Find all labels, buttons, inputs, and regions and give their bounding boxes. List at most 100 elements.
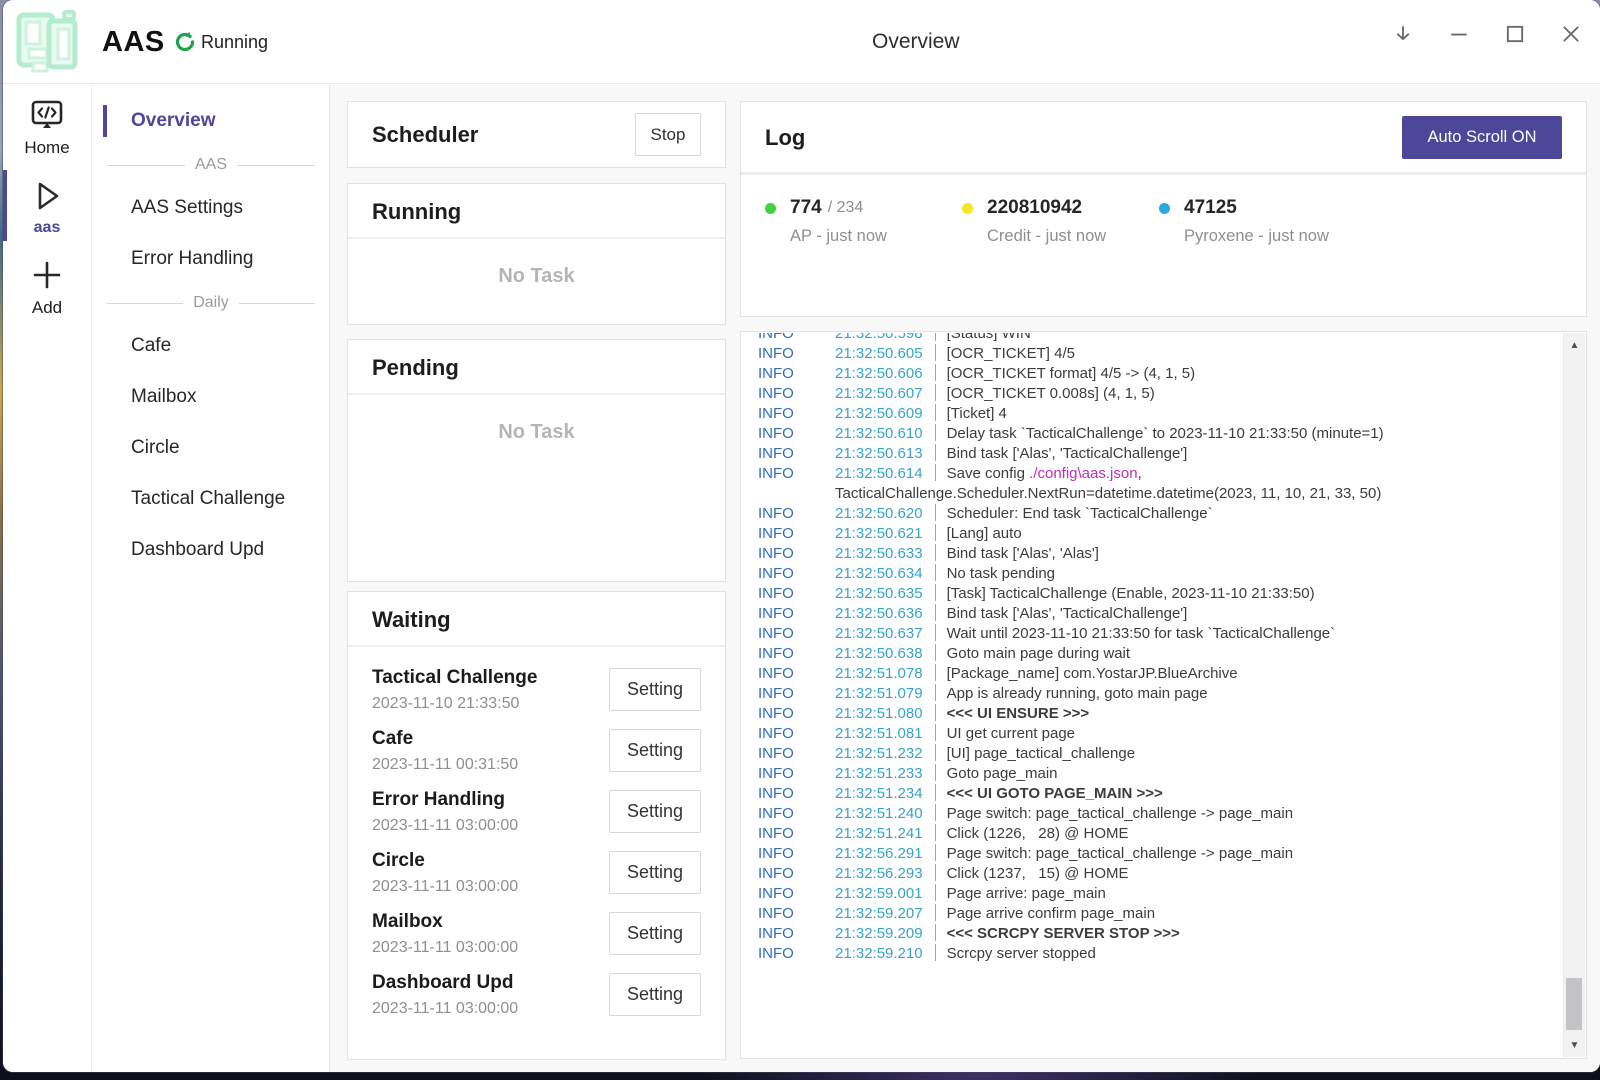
log-message: No task pending (947, 565, 1055, 582)
log-timestamp: 21:32:50.635 (835, 585, 923, 602)
task-setting-button[interactable]: Setting (609, 729, 701, 772)
log-timestamp: 21:32:50.605 (835, 345, 923, 362)
task-info: Dashboard Upd2023-11-11 03:00:00 (372, 972, 518, 1018)
app-logo-icon (9, 5, 83, 79)
nav-item-error-handling[interactable]: Error Handling (93, 239, 329, 279)
scheduler-status: Running (173, 0, 268, 84)
task-info: Tactical Challenge2023-11-10 21:33:50 (372, 667, 537, 713)
log-message: [OCR_TICKET format] 4/5 -> (4, 1, 5) (947, 365, 1196, 382)
task-setting-button[interactable]: Setting (609, 973, 701, 1016)
log-separator-icon (935, 944, 936, 961)
log-timestamp: 21:32:50.637 (835, 625, 923, 642)
nav-item-dashboard-upd[interactable]: Dashboard Upd (93, 530, 329, 570)
nav-item-overview[interactable]: Overview (93, 101, 329, 141)
task-setting-button[interactable]: Setting (609, 790, 701, 833)
log-timestamp: 21:32:50.613 (835, 445, 923, 462)
scroll-down-icon[interactable]: ▼ (1564, 1040, 1585, 1051)
log-scroll-area[interactable]: INFO21:32:50.598[Status] WININFO21:32:50… (741, 333, 1563, 1057)
icon-rail: Home aas Add (3, 85, 92, 1072)
nav-item-circle[interactable]: Circle (93, 428, 329, 468)
task-setting-button[interactable]: Setting (609, 851, 701, 894)
log-message: Bind task ['Alas', 'TacticalChallenge'] (947, 445, 1188, 462)
log-lines: INFO21:32:50.598[Status] WININFO21:32:50… (758, 333, 1563, 964)
task-info: Error Handling2023-11-11 03:00:00 (372, 789, 518, 835)
divider-line (239, 303, 315, 304)
running-empty-text: No Task (348, 265, 725, 288)
log-timestamp: 21:32:56.291 (835, 845, 923, 862)
scrollbar-thumb[interactable] (1566, 978, 1582, 1030)
log-level: INFO (758, 524, 835, 544)
log-timestamp: 21:32:50.633 (835, 545, 923, 562)
log-timestamp: 21:32:51.232 (835, 745, 923, 762)
rail-item-aas[interactable]: aas (3, 166, 91, 245)
log-timestamp: 21:32:51.240 (835, 805, 923, 822)
log-line: INFO21:32:50.613Bind task ['Alas', 'Tact… (758, 444, 1563, 464)
log-message: Delay task `TacticalChallenge` to 2023-1… (947, 425, 1384, 442)
log-timestamp: 21:32:59.207 (835, 905, 923, 922)
rail-item-add[interactable]: Add (3, 245, 91, 326)
rail-item-home[interactable]: Home (3, 85, 91, 166)
log-title: Log (765, 125, 805, 151)
log-message: [Task] TacticalChallenge (Enable, 2023-1… (947, 585, 1315, 602)
log-level: INFO (758, 464, 835, 504)
app-name: AAS (102, 0, 165, 84)
waiting-task-row: Circle2023-11-11 03:00:00Setting (372, 842, 701, 903)
nav-item-aas-settings[interactable]: AAS Settings (93, 188, 329, 228)
task-setting-button[interactable]: Setting (609, 912, 701, 955)
log-level: INFO (758, 924, 835, 944)
log-line: INFO21:32:51.240Page switch: page_tactic… (758, 804, 1563, 824)
log-message: [Package_name] com.YostarJP.BlueArchive (947, 665, 1238, 682)
log-message: Bind task ['Alas', 'Alas'] (947, 545, 1099, 562)
log-level: INFO (758, 844, 835, 864)
stat-value: 220810942 (987, 197, 1082, 219)
log-line: INFO21:32:50.621 [Lang] auto (758, 524, 1563, 544)
task-next-run: 2023-11-11 00:31:50 (372, 756, 518, 774)
nav-item-mailbox[interactable]: Mailbox (93, 377, 329, 417)
status-text: Running (201, 32, 268, 53)
waiting-task-list: Tactical Challenge2023-11-10 21:33:50 Set… (348, 647, 725, 1025)
stop-button[interactable]: Stop (635, 113, 701, 156)
log-line: INFO21:32:50.638Goto main page during wa… (758, 644, 1563, 664)
play-icon (27, 176, 67, 216)
log-line: INFO21:32:51.232[UI] page_tactical_chall… (758, 744, 1563, 764)
log-level: INFO (758, 564, 835, 584)
log-message: [Lang] auto (947, 525, 1022, 542)
app-window: AAS Running Overview (3, 0, 1600, 1072)
nav-item-tactical-challenge[interactable]: Tactical Challenge (93, 479, 329, 519)
log-level: INFO (758, 784, 835, 804)
pending-empty-text: No Task (348, 421, 725, 444)
log-separator-icon (935, 524, 936, 541)
running-title: Running (372, 199, 461, 224)
log-line: INFO21:32:56.291Page switch: page_tactic… (758, 844, 1563, 864)
autoscroll-button[interactable]: Auto Scroll ON (1402, 116, 1562, 159)
main-content: Scheduler Stop Running No Task Pending N… (330, 85, 1600, 1072)
maximize-icon[interactable] (1504, 23, 1526, 45)
log-timestamp: 21:32:50.636 (835, 605, 923, 622)
nav-item-cafe[interactable]: Cafe (93, 326, 329, 366)
log-separator-icon (935, 604, 936, 621)
scroll-up-icon[interactable]: ▲ (1564, 340, 1585, 351)
log-separator-icon (935, 804, 936, 821)
task-setting-button[interactable]: Setting (609, 668, 701, 711)
log-message: Click (1237, 15) @ HOME (947, 865, 1129, 882)
minimize-icon[interactable] (1448, 23, 1470, 45)
log-line: INFO21:32:59.209<<< SCRCPY SERVER STOP >… (758, 924, 1563, 944)
log-line: INFO21:32:51.241Click (1226, 28) @ HOME (758, 824, 1563, 844)
log-level: INFO (758, 664, 835, 684)
page-title: Overview (872, 0, 960, 84)
log-level: INFO (758, 333, 835, 344)
log-line: INFO21:32:50.620Scheduler: End task `Tac… (758, 504, 1563, 524)
resource-stat: 774/ 234AP - just now (765, 197, 962, 246)
log-separator-icon (935, 664, 936, 681)
log-level: INFO (758, 944, 835, 964)
task-name: Error Handling (372, 789, 518, 811)
download-icon[interactable] (1392, 23, 1414, 45)
task-name: Cafe (372, 728, 518, 750)
log-separator-icon (935, 704, 936, 721)
resource-stat: 220810942Credit - just now (962, 197, 1159, 246)
close-icon[interactable] (1560, 23, 1582, 45)
log-separator-icon (935, 784, 936, 801)
stat-value: 774 (790, 197, 822, 219)
log-timestamp: 21:32:50.621 (835, 525, 923, 542)
waiting-task-row: Dashboard Upd2023-11-11 03:00:00 Setting (372, 964, 701, 1025)
